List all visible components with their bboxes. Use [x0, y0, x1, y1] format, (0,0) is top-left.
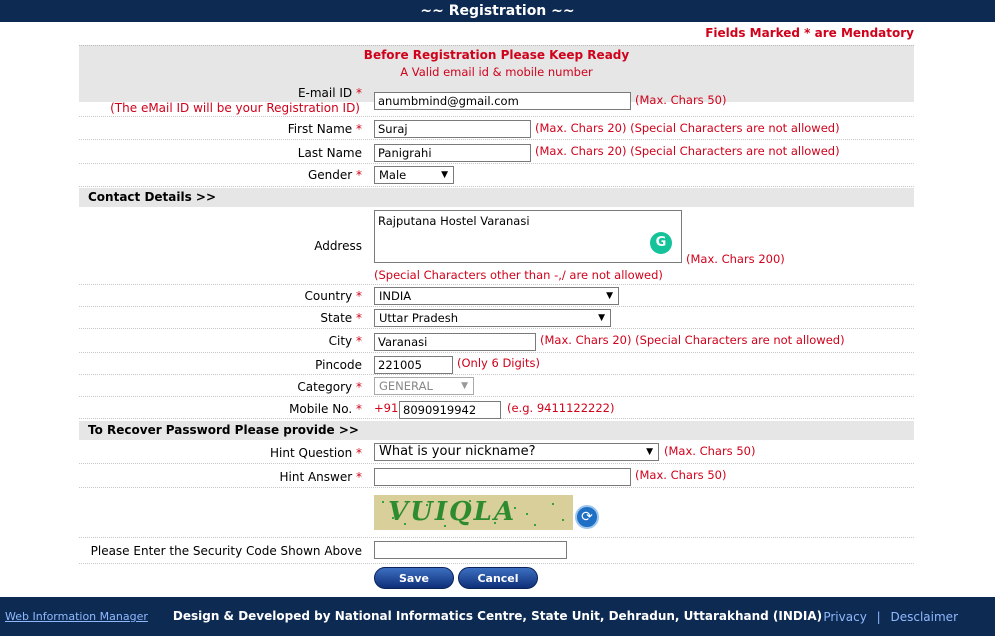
grammarly-icon[interactable]: G: [650, 232, 672, 254]
chevron-down-icon: ▼: [461, 381, 468, 391]
category-value: GENERAL: [379, 379, 433, 393]
hint-question-row: Hint Question * What is your nickname? ▼…: [79, 440, 914, 464]
hint-answer-hint: (Max. Chars 50): [635, 468, 727, 482]
country-label: Country *: [304, 289, 363, 303]
gender-value: Male: [379, 168, 407, 182]
save-button[interactable]: Save: [374, 567, 454, 589]
first-name-row: First Name * (Max. Chars 20) (Special Ch…: [79, 117, 914, 140]
chevron-down-icon: ▼: [646, 447, 653, 457]
footer: Web Information Manager Design & Develop…: [0, 597, 995, 636]
pincode-label: Pincode: [315, 358, 362, 372]
privacy-link[interactable]: Privacy: [823, 610, 866, 624]
security-code-row: Please Enter the Security Code Shown Abo…: [79, 538, 914, 564]
mobile-field[interactable]: [399, 401, 501, 419]
address-hint: (Max. Chars 200): [686, 252, 785, 266]
country-row: Country * INDIA ▼: [79, 285, 914, 307]
category-label: Category *: [297, 380, 362, 394]
notice-title: Before Registration Please Keep Ready: [363, 48, 630, 62]
page-title: ~~ Registration ~~: [0, 0, 995, 22]
gender-label: Gender *: [307, 168, 362, 182]
chevron-down-icon: ▼: [606, 291, 613, 301]
refresh-icon[interactable]: ⟳: [575, 505, 599, 529]
category-row: Category * GENERAL ▼: [79, 375, 914, 397]
email-label: E-mail ID *: [297, 86, 362, 100]
hint-question-hint: (Max. Chars 50): [664, 444, 756, 458]
mobile-prefix: +91: [374, 401, 399, 415]
footer-separator: |: [876, 610, 881, 624]
address-special-hint: (Special Characters other than -,/ are n…: [374, 268, 663, 282]
pincode-field[interactable]: [374, 356, 453, 374]
city-row: City * (Max. Chars 20) (Special Characte…: [79, 329, 914, 353]
address-label: Address: [314, 239, 362, 253]
city-field[interactable]: [374, 333, 536, 351]
last-name-label: Last Name: [297, 146, 362, 160]
disclaimer-link[interactable]: Desclaimer: [891, 610, 959, 624]
state-select[interactable]: Uttar Pradesh ▼: [374, 309, 611, 327]
captcha-text: VUIQLA: [388, 497, 517, 527]
notice-subtitle: A Valid email id & mobile number: [400, 65, 593, 79]
contact-details-header: Contact Details >>: [79, 188, 914, 207]
gender-select[interactable]: Male ▼: [374, 166, 454, 184]
email-hint: (Max. Chars 50): [635, 93, 727, 107]
captcha-row: VUIQLA ⟳: [79, 488, 914, 538]
first-name-hint: (Max. Chars 20) (Special Characters are …: [535, 121, 840, 135]
recover-password-header: To Recover Password Please provide >>: [79, 421, 914, 440]
country-select[interactable]: INDIA ▼: [374, 287, 619, 305]
captcha-image: VUIQLA: [374, 495, 573, 530]
hint-question-label: Hint Question *: [270, 446, 362, 460]
state-label: State *: [320, 311, 362, 325]
state-value: Uttar Pradesh: [379, 311, 459, 325]
gender-row: Gender * Male ▼: [79, 164, 914, 187]
hint-answer-field[interactable]: [374, 468, 631, 486]
last-name-row: Last Name (Max. Chars 20) (Special Chara…: [79, 140, 914, 164]
mandatory-note: Fields Marked * are Mendatory: [705, 26, 914, 40]
email-row: E-mail ID * (The eMail ID will be your R…: [79, 82, 914, 117]
mobile-hint: (e.g. 9411122222): [507, 401, 615, 415]
email-sublabel: (The eMail ID will be your Registration …: [110, 101, 360, 115]
first-name-field[interactable]: [374, 120, 531, 138]
address-field[interactable]: Rajputana Hostel Varanasi: [374, 210, 682, 263]
state-row: State * Uttar Pradesh ▼: [79, 307, 914, 329]
pincode-row: Pincode (Only 6 Digits): [79, 353, 914, 375]
footer-links: Privacy | Desclaimer: [817, 610, 958, 624]
last-name-hint: (Max. Chars 20) (Special Characters are …: [535, 144, 840, 158]
mobile-label: Mobile No. *: [289, 402, 362, 416]
pincode-hint: (Only 6 Digits): [457, 356, 540, 370]
mobile-row: Mobile No. * +91 (e.g. 9411122222): [79, 397, 914, 419]
security-code-label: Please Enter the Security Code Shown Abo…: [90, 544, 362, 558]
email-field[interactable]: [374, 92, 631, 110]
chevron-down-icon: ▼: [441, 170, 448, 180]
security-code-field[interactable]: [374, 541, 567, 559]
address-row: Address Rajputana Hostel Varanasi G (Max…: [79, 207, 914, 285]
city-hint: (Max. Chars 20) (Special Characters are …: [540, 333, 845, 347]
last-name-field[interactable]: [374, 144, 531, 162]
city-label: City *: [328, 334, 362, 348]
cancel-button[interactable]: Cancel: [458, 567, 538, 589]
hint-answer-row: Hint Answer * (Max. Chars 50): [79, 464, 914, 488]
hint-answer-label: Hint Answer *: [279, 470, 362, 484]
first-name-label: First Name *: [287, 122, 362, 136]
category-select: GENERAL ▼: [374, 377, 474, 395]
chevron-down-icon: ▼: [598, 313, 605, 323]
hint-question-select[interactable]: What is your nickname? ▼: [374, 443, 659, 461]
country-value: INDIA: [379, 289, 412, 303]
hint-question-value: What is your nickname?: [379, 444, 536, 459]
